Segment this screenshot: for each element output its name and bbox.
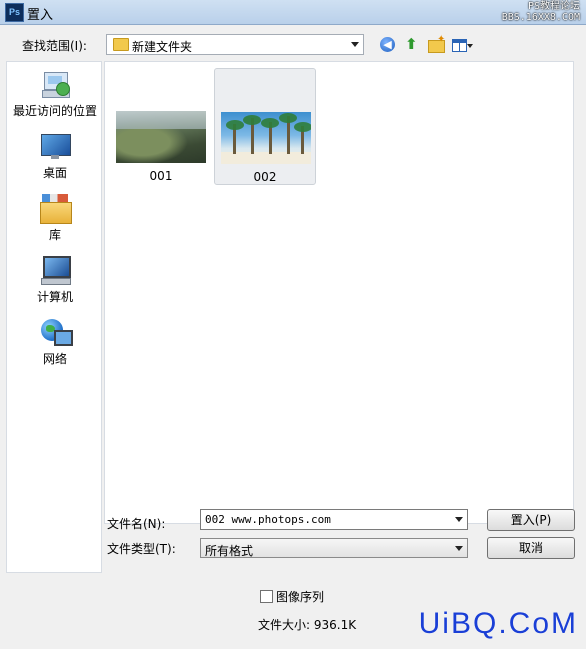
chevron-down-icon[interactable] [351,42,359,47]
place-dialog: 查找范围(I): 新建文件夹 ◀ ⬆ ✦ 最近访问的位置 桌面 库 计算机 网络… [0,25,586,649]
place-label: 最近访问的位置 [12,104,97,118]
file-name: 002 [253,170,277,184]
look-in-label: 查找范围(I): [22,39,87,53]
filename-label: 文件名(N): [107,517,166,531]
filename-input[interactable]: 002 www.photops.com [200,509,468,530]
watermark-top: PS教程论坛 BBS.16XX8.COM [501,1,580,23]
place-desktop[interactable]: 桌面 [7,130,103,181]
recent-places-icon [39,68,71,100]
thumbnail-mountain [116,111,206,163]
chevron-down-icon[interactable] [455,517,463,522]
place-label: 网络 [42,352,67,366]
watermark-bottom: UiBQ.CoM [418,607,578,640]
file-list: 001 002 [104,61,574,524]
cancel-button[interactable]: 取消 [487,537,575,559]
new-folder-button[interactable]: ✦ [426,34,446,55]
view-menu-button[interactable] [450,35,476,55]
checkbox-box[interactable] [260,590,273,603]
place-recent[interactable]: 最近访问的位置 [7,68,103,119]
up-folder-button[interactable]: ⬆ [402,35,422,55]
network-icon [39,316,73,348]
filetype-label: 文件类型(T): [107,542,176,556]
look-in-value: 新建文件夹 [132,40,193,54]
place-network[interactable]: 网络 [7,316,103,367]
caret-down-icon [467,44,473,48]
image-sequence-label: 图像序列 [276,590,325,604]
window-title: 置入 [27,8,54,23]
file-name: 001 [149,169,173,183]
thumbnail-palm-beach [221,112,311,164]
libraries-icon [39,192,72,224]
file-item-002[interactable]: 002 [214,68,316,185]
filetype-value: 所有格式 [205,544,254,558]
filetype-select[interactable]: 所有格式 [200,538,468,558]
folder-icon [113,38,129,51]
view-menu-icon [452,39,467,52]
desktop-icon [39,130,71,162]
place-libraries[interactable]: 库 [7,192,103,243]
title-bar: Ps 置入 PS教程论坛 BBS.16XX8.COM [0,0,586,25]
back-button[interactable]: ◀ [378,35,398,55]
file-size-text: 文件大小: 936.1K [258,618,357,632]
chevron-down-icon[interactable] [455,546,463,551]
image-sequence-checkbox[interactable]: 图像序列 [260,588,324,605]
filename-value: 002 www.photops.com [205,513,331,526]
place-computer[interactable]: 计算机 [7,254,103,305]
file-item-001[interactable]: 001 [110,68,212,185]
up-folder-icon: ⬆ [405,35,418,53]
places-sidebar: 最近访问的位置 桌面 库 计算机 网络 [6,61,102,573]
place-label: 库 [48,228,61,242]
place-label: 计算机 [36,290,73,304]
back-icon: ◀ [380,37,395,52]
photoshop-app-icon: Ps [5,3,24,22]
look-in-dropdown[interactable]: 新建文件夹 [106,34,364,55]
place-label: 桌面 [42,166,67,180]
place-button[interactable]: 置入(P) [487,509,575,531]
computer-icon [39,254,71,286]
